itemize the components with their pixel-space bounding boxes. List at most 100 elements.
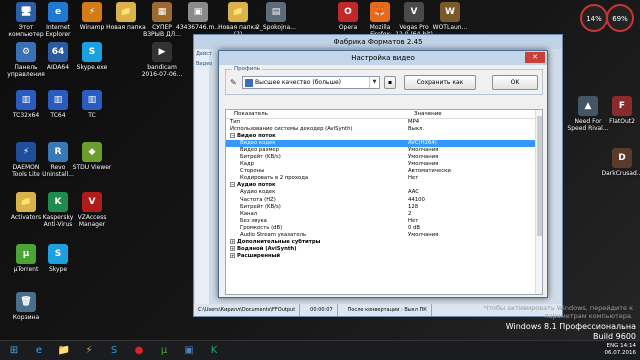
table-row[interactable]: Использование системы декодер (AviSynth)…	[226, 126, 542, 133]
row-value[interactable]: 128	[406, 204, 542, 211]
row-name: Видео кодек	[226, 140, 406, 147]
new-folder-2-icon: 📁	[228, 2, 248, 22]
sidebar-label[interactable]: Видео	[195, 59, 212, 69]
row-name: Аудио кодек	[226, 189, 406, 196]
save-as-button[interactable]: Сохранить как	[404, 75, 476, 90]
os-version-label: Windows 8.1 Профессиональна Build 9600	[505, 322, 636, 341]
row-name-text: Стороны	[240, 168, 265, 175]
table-row[interactable]: Стороны Автоматически	[226, 168, 542, 175]
desktop-icon-file-43436746[interactable]: ▣ 43436746.m...	[176, 2, 220, 31]
row-value[interactable]: Умолчания	[406, 147, 542, 154]
row-value[interactable]: Автоматически	[406, 168, 542, 175]
row-value[interactable]: Нет	[406, 175, 542, 182]
taskbar-start-icon[interactable]: ⊞	[3, 342, 25, 360]
collapse-icon[interactable]: −	[230, 133, 235, 139]
taskbar-explorer-icon[interactable]: 📁	[53, 342, 75, 360]
table-row[interactable]: Канал 2	[226, 211, 542, 218]
elapsed-time: 00:00:07	[310, 304, 338, 316]
expand-icon[interactable]: +	[230, 252, 235, 258]
scrollbar-thumb[interactable]	[537, 116, 542, 236]
table-row[interactable]: Видео размер Умолчания	[226, 147, 542, 154]
table-row[interactable]: Громкость (dB) 0 dB	[226, 225, 542, 232]
row-value[interactable]: Умолчания	[406, 232, 542, 239]
table-scrollbar[interactable]	[535, 110, 542, 294]
ok-button[interactable]: OK	[492, 75, 538, 90]
desktop-icon-wot[interactable]: W WOTLaun...	[428, 2, 472, 31]
table-row[interactable]: Audio Stream указатель Умолчания	[226, 232, 542, 239]
taskbar-buttons: ⊞ e 📁 ⚡ S ● µ ▣ K	[0, 342, 225, 360]
taskbar-winamp-icon[interactable]: ⚡	[78, 342, 100, 360]
profile-select[interactable]: Высшее качество (больше) ▼	[242, 76, 380, 89]
table-row[interactable]: + Расширенный	[226, 252, 542, 260]
table-row[interactable]: Битрейт (KB/s) Умолчания	[226, 154, 542, 161]
desktop-icon-vzaccess[interactable]: V VZAccess Manager	[70, 192, 114, 228]
expand-icon[interactable]: +	[230, 238, 235, 244]
row-value[interactable]: 44100	[406, 197, 542, 204]
after-conversion-option[interactable]: После конвертации : Выкл ПК	[348, 304, 432, 316]
expand-icon[interactable]: +	[230, 245, 235, 251]
clock-time[interactable]: 14:14	[620, 343, 636, 349]
taskbar-bandicam-icon[interactable]: ●	[128, 342, 150, 360]
firefox-icon: 🦊	[370, 2, 390, 22]
desktop-icon-darkcrusade[interactable]: D DarkCrusad...	[600, 148, 640, 177]
table-row[interactable]: Тип MP4	[226, 119, 542, 126]
desktop-icon-stdu[interactable]: ◆ STDU Viewer	[70, 142, 114, 171]
desktop-icon-label: TC	[88, 112, 96, 119]
winamp-icon: ⚡	[82, 2, 102, 22]
skype-exe-icon: S	[82, 42, 102, 62]
desktop-icon-label: 2_Spokojna...	[256, 24, 296, 31]
profile-select-value: Высшее качество (больше)	[255, 79, 341, 86]
row-name-text: Битрейт (KB/s)	[240, 203, 281, 210]
tc-icon: ▥	[82, 90, 102, 110]
table-row[interactable]: Битрейт (KB/s) 128	[226, 204, 542, 211]
taskbar-ie-icon[interactable]: e	[28, 342, 50, 360]
row-value[interactable]: Умолчания	[406, 154, 542, 161]
row-value[interactable]: 0 dB	[406, 225, 542, 232]
chevron-down-icon[interactable]: ▼	[369, 77, 379, 88]
language-indicator[interactable]: ENG	[607, 343, 619, 349]
row-value[interactable]: Выкл.	[406, 126, 542, 133]
desktop-icon-recycle-bin[interactable]: 🗑 Корзина	[4, 292, 48, 321]
table-row[interactable]: + Водяной (AviSynth)	[226, 245, 542, 253]
row-value[interactable]: MP4	[406, 119, 542, 126]
table-row[interactable]: Видео кодек AVC(H264)	[226, 140, 542, 148]
desktop-icon-skype[interactable]: S Skype	[36, 244, 80, 273]
taskbar-kaspersky-icon[interactable]: K	[203, 342, 225, 360]
column-header-value: Значение	[414, 111, 442, 117]
row-value[interactable]: 2	[406, 211, 542, 218]
clock-date[interactable]: 06.07.2016	[605, 350, 637, 356]
sidebar-label[interactable]: Дейст	[195, 49, 212, 59]
desktop-icon-bandicam[interactable]: ▶ bandicam 2016-07-06...	[140, 42, 184, 78]
table-header: Показатель Значение	[226, 110, 542, 119]
close-button[interactable]: ✕	[525, 52, 545, 63]
desktop-icon-skype-exe[interactable]: S Skype.exe	[70, 42, 114, 71]
desktop-icon-spokojna[interactable]: ▤ 2_Spokojna...	[254, 2, 298, 31]
profile-edit-button[interactable]: ▪	[384, 76, 396, 89]
row-value	[406, 246, 542, 253]
row-value[interactable]: Умолчания	[406, 161, 542, 168]
taskbar-utorrent-icon[interactable]: µ	[153, 342, 175, 360]
row-name: Audio Stream указатель	[226, 232, 406, 239]
taskbar-format-factory-icon[interactable]: ▣	[178, 342, 200, 360]
row-value[interactable]: AVC(H264)	[406, 140, 542, 147]
table-row[interactable]: + Дополнительные субтитры	[226, 238, 542, 246]
system-tray[interactable]: ENG 14:14 06.07.2016	[605, 343, 637, 357]
desktop-icon-tc[interactable]: ▥ TC	[70, 90, 114, 119]
table-row[interactable]: − Видео поток	[226, 133, 542, 140]
row-name-text: Видео кодек	[240, 140, 276, 147]
desktop-icon-flatout2[interactable]: F FlatOut2	[600, 96, 640, 125]
table-row[interactable]: Кадр Умолчания	[226, 161, 542, 168]
table-row[interactable]: Без звука Нет	[226, 218, 542, 225]
collapse-icon[interactable]: −	[230, 182, 235, 188]
table-row[interactable]: Частота (HZ) 44100	[226, 197, 542, 204]
table-row[interactable]: Аудио кодек AAC	[226, 189, 542, 196]
vegas-icon: V	[404, 2, 424, 22]
row-name-text: Канал	[240, 210, 258, 217]
table-row[interactable]: Кодировать в 2 прохода Нет	[226, 175, 542, 182]
row-value[interactable]: AAC	[406, 189, 542, 196]
new-folder-1-icon: 📁	[116, 2, 136, 22]
taskbar-skype-icon[interactable]: S	[103, 342, 125, 360]
table-row[interactable]: − Аудио поток	[226, 182, 542, 189]
row-value[interactable]: Нет	[406, 218, 542, 225]
output-folder-path[interactable]: С:\Users\Кирилл\Documents\FFOutput	[198, 304, 301, 316]
